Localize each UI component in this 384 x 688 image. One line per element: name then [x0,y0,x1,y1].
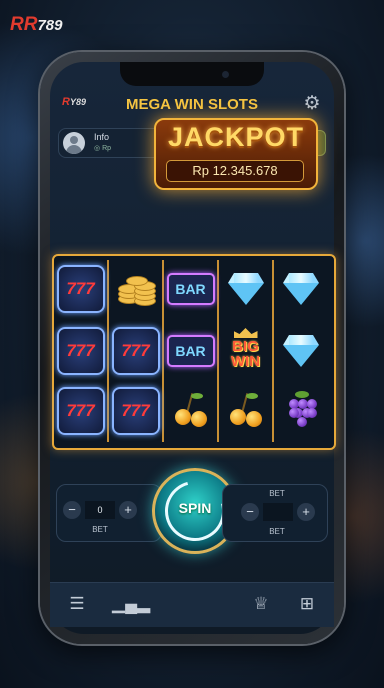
gear-icon[interactable]: ⚙ [302,94,322,114]
bet-label: BET [92,525,108,534]
grapes-icon [276,384,325,438]
bet-value[interactable] [263,503,293,521]
bet-panel-left: − 0 + BET [56,484,162,542]
bet-controls: − 0 + BET SPIN BET − + BET [56,468,328,554]
notch [120,62,264,86]
bet-decrease-button[interactable]: − [241,503,259,521]
symbol-bar: BAR [166,262,215,316]
symbol-777: 777 [111,384,160,438]
user-balance: ◎ Rp [94,145,112,152]
jackpot-amount: Rp 12.345.678 [166,160,304,182]
user-name: Info [94,132,110,142]
reel-5 [274,260,327,442]
trophy-icon[interactable]: ♕ [246,591,276,617]
reel-1: 777 777 777 [54,260,109,442]
reel-grid: 777 777 777 777 777 BAR BAR BIG WIN [52,254,336,450]
brand-logo: RR789 [10,14,63,35]
jackpot-title: JACKPOT [167,122,304,152]
symbol-777: 777 [56,262,105,316]
bet-decrease-button[interactable]: − [63,501,81,519]
bet-stepper-right: − + [241,503,315,521]
crown-icon [233,328,258,338]
bet-increase-button[interactable]: + [297,503,315,521]
camera [222,71,229,78]
reel-2: 777 777 [109,260,164,442]
leaderboard-icon[interactable]: ▁▄▂ [112,591,150,617]
symbol-777: 777 [56,324,105,378]
bet-panel-right: BET − + BET [222,484,328,542]
bet-label-top: BET [269,489,285,498]
big-win-symbol: BIG WIN [221,324,270,378]
reel-3: BAR BAR [164,260,219,442]
avatar [63,132,85,154]
diamond-icon [276,324,325,378]
cherry-icon [166,384,215,438]
app-header: RY89 MEGA WIN SLOTS ⚙ [50,90,334,120]
reel-4: BIG WIN [219,260,274,442]
bet-increase-button[interactable]: + [119,501,137,519]
symbol-bar: BAR [166,324,215,378]
jackpot-banner: JACKPOT Rp 12.345.678 [154,118,318,190]
bet-label: BET [269,527,285,536]
diamond-icon [276,262,325,316]
gift-icon[interactable]: ⊞ [292,591,322,617]
symbol-777: 777 [111,324,160,378]
diamond-icon [221,262,270,316]
page-title: MEGA WIN SLOTS [126,96,258,113]
bet-value[interactable]: 0 [85,501,115,519]
bet-stepper-left: − 0 + [63,501,137,519]
bottom-nav: ☰ ▁▄▂ ♕ ⊞ [50,582,334,627]
cherry-icon [221,384,270,438]
symbol-777: 777 [56,384,105,438]
menu-icon[interactable]: ☰ [62,591,92,617]
coins-icon [111,262,160,316]
